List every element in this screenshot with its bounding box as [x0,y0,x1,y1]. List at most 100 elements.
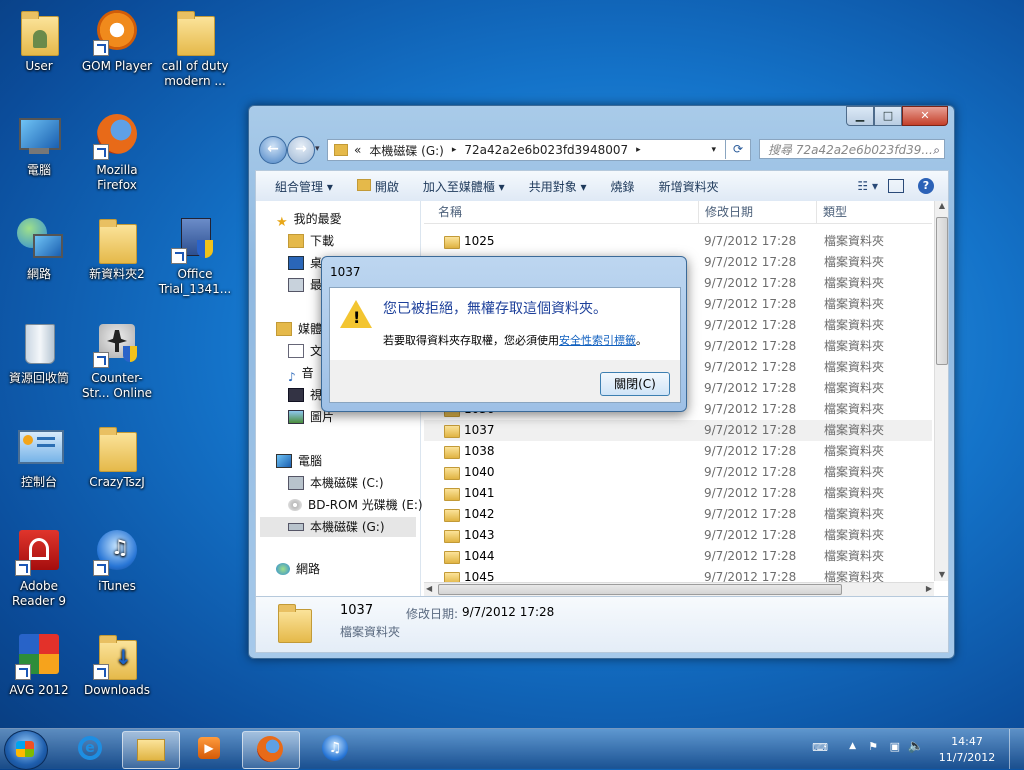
nav-drive-e[interactable]: BD-ROM 光碟機 (E:) [288,495,423,515]
clock-time[interactable]: 14:47 [932,735,1002,748]
nav-documents[interactable]: 文 [288,341,322,361]
new-folder-button[interactable]: 新增資料夾 [647,178,731,195]
clock-date[interactable]: 11/7/2012 [932,751,1002,764]
close-dialog-button[interactable]: 關閉(C) [600,372,670,396]
volume-icon[interactable]: 🔈 [908,739,924,754]
desktop-icon-adobe-reader[interactable]: Adobe Reader 9 [0,528,78,609]
nav-music[interactable]: ♪ 音 [288,363,314,384]
maximize-button[interactable]: □ [874,106,902,126]
view-options-icon[interactable]: ☷ ▾ [857,179,878,193]
column-header-date[interactable]: 修改日期 [698,201,753,223]
nav-favorites[interactable]: ★ 我的最愛 [276,209,342,230]
search-input[interactable]: 搜尋 72a42a2e6b023fd39... ⌕ [759,139,945,159]
desktop-icon-crazytszj[interactable]: CrazyTszJ [78,424,156,490]
start-button[interactable] [4,730,48,770]
include-in-library-button[interactable]: 加入至媒體櫃 ▾ [411,178,517,195]
file-type: 檔案資料夾 [824,444,885,458]
desktop-icon-label: 電腦 [26,163,51,177]
taskbar-internet-explorer[interactable]: e [62,731,118,767]
horizontal-scrollbar[interactable]: ◀ ▶ [424,582,934,596]
taskbar-media-player[interactable]: ▶ [182,731,238,767]
address-bar[interactable]: « 本機磁碟 (G:) ▸ 72a42a2e6b023fd3948007 ▸ ▾… [327,139,751,161]
scroll-up-icon[interactable]: ▲ [936,201,948,215]
file-type: 檔案資料夾 [824,465,885,479]
breadcrumb-drive-g[interactable]: 本機磁碟 (G:) [369,142,444,159]
file-row[interactable]: 1025 9/7/2012 17:28 檔案資料夾 [424,231,932,252]
nav-computer[interactable]: 電腦 [276,451,322,471]
help-icon[interactable]: ? [918,178,934,194]
file-row[interactable]: 1042 9/7/2012 17:28 檔案資料夾 [424,504,932,525]
nav-network[interactable]: 網路 [276,559,320,579]
file-row[interactable]: 1041 9/7/2012 17:28 檔案資料夾 [424,483,932,504]
network-tray-icon[interactable]: ▣ [890,740,900,753]
open-button-label: 開啟 [374,179,399,194]
desktop-icon-office-trial[interactable]: Office Trial_1341... [156,216,234,297]
minimize-button[interactable]: ▁ [846,106,874,126]
column-header-name[interactable]: 名稱 [438,201,462,223]
nav-desktop[interactable]: 桌 [288,253,322,273]
preview-pane-icon[interactable] [888,179,904,193]
security-tab-link[interactable]: 安全性索引標籤 [559,334,636,347]
desktop-icon-new-folder-2[interactable]: 新資料夾2 [78,216,156,282]
column-header-type[interactable]: 類型 [816,201,847,223]
nav-recent[interactable]: 最 [288,275,322,295]
scroll-left-icon[interactable]: ◀ [426,584,432,593]
breadcrumb-folder[interactable]: 72a42a2e6b023fd3948007 [464,143,628,157]
desktop-icon-network[interactable]: 網路 [0,216,78,282]
desktop-icon-gom-player[interactable]: GOM Player [78,8,156,74]
recent-pages-icon[interactable]: ▾ [315,144,320,154]
burn-button[interactable]: 燒錄 [599,178,647,195]
vertical-scrollbar[interactable]: ▲ ▼ [934,201,948,581]
horizontal-scroll-thumb[interactable] [438,584,842,595]
search-icon[interactable]: ⌕ [933,140,940,160]
file-row[interactable]: 1037 9/7/2012 17:28 檔案資料夾 [424,420,932,441]
desktop-icon-control-panel[interactable]: 控制台 [0,424,78,490]
share-with-button[interactable]: 共用對象 ▾ [517,178,599,195]
nav-label: 媒體 [298,322,323,336]
desktop-icon-itunes[interactable]: ♫ iTunes [78,528,156,594]
file-name: 1040 [464,465,495,479]
file-row[interactable]: 1038 9/7/2012 17:28 檔案資料夾 [424,441,932,462]
desktop-icon-user[interactable]: User [0,8,78,74]
desktop-icon-firefox[interactable]: Mozilla Firefox [78,112,156,193]
nav-videos[interactable]: 視 [288,385,322,405]
nav-libraries[interactable]: 媒體 [276,319,322,339]
nav-drive-c[interactable]: 本機磁碟 (C:) [288,473,384,493]
nav-downloads[interactable]: 下載 [288,231,334,251]
desktop-icon-counter-strike[interactable]: Counter-Str... Online [78,320,156,401]
desktop-icon-computer[interactable]: 電腦 [0,112,78,178]
nav-drive-g[interactable]: 本機磁碟 (G:) [260,517,416,537]
breadcrumb-overflow[interactable]: « [354,143,361,157]
address-dropdown-icon[interactable]: ▾ [711,145,716,155]
scroll-down-icon[interactable]: ▼ [936,570,948,579]
forward-button[interactable]: → [287,136,315,164]
action-center-flag-icon[interactable]: ⚑ [868,740,878,753]
close-window-button[interactable]: ✕ [902,106,948,126]
desktop-icon-call-of-duty[interactable]: call of duty modern ... [156,8,234,89]
file-row[interactable]: 1044 9/7/2012 17:28 檔案資料夾 [424,546,932,567]
folder-icon [444,446,460,459]
taskbar-explorer[interactable] [122,731,180,769]
desktop-icon-recycle-bin[interactable]: 資源回收筒 [0,320,78,386]
breadcrumb-separator[interactable]: ▸ [452,145,457,155]
taskbar-itunes[interactable]: ♫ [308,731,364,767]
refresh-icon[interactable]: ⟳ [725,139,750,159]
desktop-icon-label: User [25,59,53,73]
desktop-icon-downloads[interactable]: ↓ Downloads [78,632,156,698]
show-desktop-button[interactable] [1009,729,1024,769]
keyboard-icon[interactable]: ⌨ [812,741,828,754]
folder-icon [171,8,219,56]
taskbar-firefox[interactable] [242,731,300,769]
show-hidden-icons-icon[interactable]: ▲ [849,741,856,751]
desktop-icon-label: Mozilla Firefox [96,163,138,192]
access-denied-dialog[interactable]: 1037 ! 您已被拒絕，無權存取這個資料夾。 若要取得資料夾存取權，您必須使用… [321,256,687,412]
breadcrumb-separator[interactable]: ▸ [636,145,641,155]
vertical-scroll-thumb[interactable] [936,217,948,365]
file-row[interactable]: 1043 9/7/2012 17:28 檔案資料夾 [424,525,932,546]
desktop-icon-avg[interactable]: AVG 2012 [0,632,78,698]
open-button[interactable]: 開啟 [345,178,411,195]
organize-button[interactable]: 組合管理 ▾ [256,178,345,195]
scroll-right-icon[interactable]: ▶ [926,584,932,593]
back-button[interactable]: ← [259,136,287,164]
file-row[interactable]: 1040 9/7/2012 17:28 檔案資料夾 [424,462,932,483]
